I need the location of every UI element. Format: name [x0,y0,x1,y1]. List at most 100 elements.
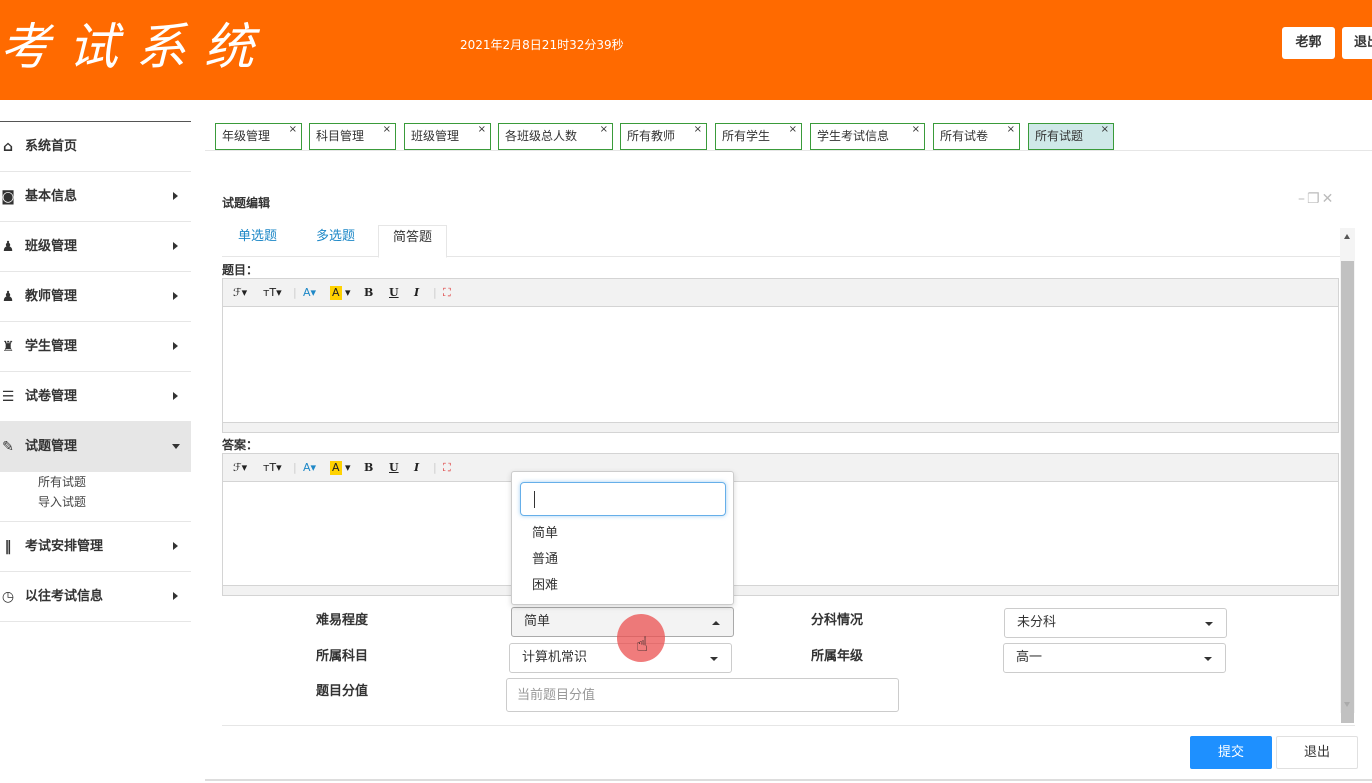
answer-editor[interactable]: ℱ▾ ᴛT▾ | A▾ A ▾ B U I | ⛶ [222,453,1339,596]
tab-all-questions[interactable]: 所有试题 × [1028,123,1114,150]
chevron-down-icon [1204,657,1212,661]
grade-label: 所属年级 [811,649,864,664]
sidebar-item-past-exams[interactable]: ◷ 以往考试信息 [0,572,191,622]
highlight-icon[interactable]: A [330,286,342,300]
sidebar-item-label: 试卷管理 [25,389,78,404]
underline-icon[interactable]: U [389,279,399,307]
chevron-right-icon [173,592,178,600]
close-icon[interactable]: × [1007,117,1015,142]
tab-student-exams[interactable]: 学生考试信息 × [810,123,925,150]
branch-select[interactable]: 未分科 [1004,608,1227,638]
minimize-icon[interactable]: – [1298,191,1307,207]
sidebar-item-class[interactable]: ♟ 班级管理 [0,222,191,272]
close-icon[interactable]: × [600,117,608,142]
sidebar-item-exam-schedule[interactable]: ‖ 考试安排管理 [0,522,191,572]
score-input[interactable] [506,678,899,712]
books-icon: ‖ [4,539,12,555]
chevron-down-icon [1205,622,1213,626]
tab-label: 所有教师 [627,129,676,143]
option-hard[interactable]: 困难 [532,578,558,594]
tab-label: 所有试卷 [940,129,989,143]
submit-button[interactable]: 提交 [1190,736,1272,769]
dropdown-search-input[interactable] [520,482,726,516]
tab-multiple-choice[interactable]: 多选题 [316,229,355,245]
tab-all-teachers[interactable]: 所有教师 × [620,123,707,150]
toolbar-separator: | [433,461,437,474]
logout-button[interactable]: 退出 [1342,27,1372,59]
close-icon[interactable]: × [478,117,486,142]
close-icon[interactable]: × [383,117,391,142]
window-controls[interactable]: –❐✕ [1298,191,1335,207]
bold-icon[interactable]: B [364,279,373,307]
sidebar-item-teacher[interactable]: ♟ 教师管理 [0,272,191,322]
sidebar-item-home[interactable]: ⌂ 系统首页 [0,122,191,172]
toolbar-separator: | [293,461,297,474]
highlight-icon[interactable]: A [330,461,342,475]
sidebar-item-label: 基本信息 [25,189,78,204]
submenu-import-questions[interactable]: 导入试题 [38,494,86,510]
quit-button[interactable]: 退出 [1276,736,1358,769]
option-easy[interactable]: 简单 [532,526,558,542]
panel-scrollbar[interactable] [1340,228,1355,723]
tab-all-students[interactable]: 所有学生 × [715,123,802,150]
chevron-right-icon [173,292,178,300]
submenu-all-questions[interactable]: 所有试题 [38,474,86,490]
option-normal[interactable]: 普通 [532,552,558,568]
close-icon[interactable]: × [1101,117,1109,142]
fullscreen-icon[interactable]: ⛶ [443,454,451,482]
tab-class[interactable]: 班级管理 × [404,123,491,150]
close-icon[interactable]: × [789,117,797,142]
close-icon[interactable]: × [912,117,920,142]
scroll-down-icon[interactable] [1344,702,1350,707]
underline-icon[interactable]: U [389,454,399,482]
info-icon: ◙ [1,189,15,205]
font-size-icon[interactable]: ᴛT▾ [263,279,282,307]
sidebar-item-student[interactable]: ♜ 学生管理 [0,322,191,372]
close-icon[interactable]: ✕ [1322,191,1336,207]
chevron-down-icon[interactable]: ▾ [345,454,351,482]
font-color-icon[interactable]: A▾ [303,279,316,307]
tab-class-count[interactable]: 各班级总人数 × [498,123,613,150]
sidebar-item-paper[interactable]: ☰ 试卷管理 [0,372,191,422]
tab-subject[interactable]: 科目管理 × [309,123,396,150]
editor-toolbar: ℱ▾ ᴛT▾ | A▾ A ▾ B U I | ⛶ [223,279,1338,307]
fullscreen-icon[interactable]: ⛶ [443,279,451,307]
italic-icon[interactable]: I [414,279,419,307]
question-editor[interactable]: ℱ▾ ᴛT▾ | A▾ A ▾ B U I | ⛶ [222,278,1339,433]
tab-all-papers[interactable]: 所有试卷 × [933,123,1020,150]
bold-icon[interactable]: B [364,454,373,482]
chevron-down-icon [710,657,718,661]
student-icon: ♜ [1,339,15,355]
question-icon: ✎ [2,439,14,455]
user-button[interactable]: 老郭 [1282,27,1335,59]
chevron-up-icon [712,621,720,625]
font-family-icon[interactable]: ℱ▾ [233,454,247,482]
close-icon[interactable]: × [289,117,297,142]
home-icon: ⌂ [2,139,14,155]
sidebar-item-basic-info[interactable]: ◙ 基本信息 [0,172,191,222]
tab-grade[interactable]: 年级管理 × [215,123,302,150]
scroll-up-icon[interactable] [1344,234,1350,239]
branch-value: 未分科 [1017,615,1057,630]
font-color-icon[interactable]: A▾ [303,454,316,482]
scroll-thumb[interactable] [1341,261,1354,723]
teacher-icon: ♟ [1,289,15,305]
italic-icon[interactable]: I [414,454,419,482]
close-icon[interactable]: × [694,117,702,142]
tab-short-answer[interactable]: 简答题 [378,225,448,258]
chevron-right-icon [173,342,178,350]
tab-single-choice[interactable]: 单选题 [238,229,277,245]
font-family-icon[interactable]: ℱ▾ [233,279,247,307]
sidebar-item-label: 考试安排管理 [25,539,104,554]
header: 考试系统 2021年2月8日21时32分39秒 老郭 退出 [0,0,1372,100]
tab-label: 各班级总人数 [505,129,578,143]
sidebar-item-label: 系统首页 [25,139,78,154]
sidebar-item-question[interactable]: ✎ 试题管理 [0,422,191,472]
grade-select[interactable]: 高一 [1003,643,1226,673]
chevron-right-icon [173,192,178,200]
font-size-icon[interactable]: ᴛT▾ [263,454,282,482]
restore-icon[interactable]: ❐ [1307,191,1322,207]
sidebar-item-label: 教师管理 [25,289,78,304]
chevron-down-icon[interactable]: ▾ [345,279,351,307]
sidebar-item-label: 试题管理 [25,439,78,454]
